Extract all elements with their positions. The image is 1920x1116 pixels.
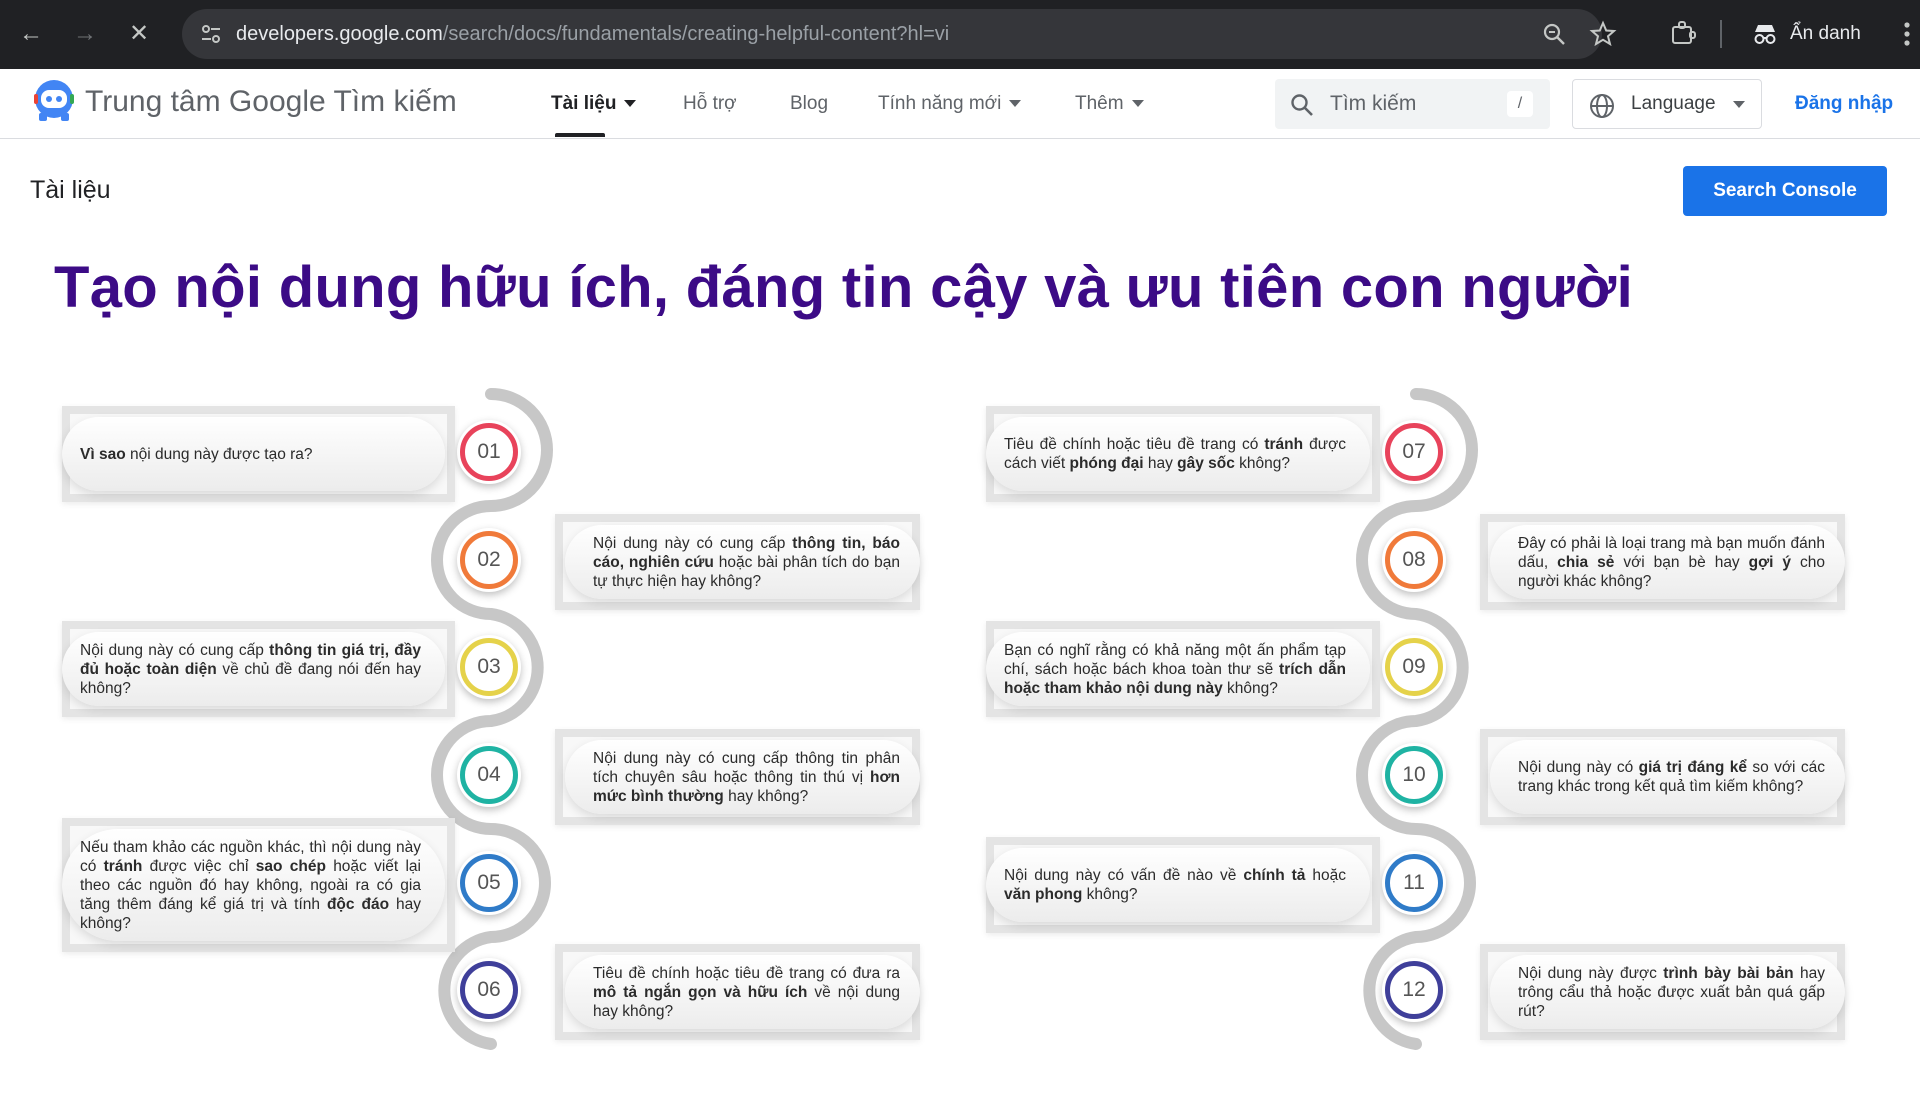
step-number-badge: 07 (1382, 420, 1446, 484)
question-text-content: Đây có phải là loại trang mà bạn muốn đá… (1518, 534, 1826, 590)
step-number: 09 (1402, 655, 1426, 678)
step-number-badge: 09 (1382, 635, 1446, 699)
question-text: Đây có phải là loại trang mà bạn muốn đá… (1518, 522, 1825, 602)
question-text-content: Bạn có nghĩ rằng có khả năng một ấn phẩm… (1004, 641, 1347, 697)
step-number-badge: 06 (457, 958, 521, 1022)
question-card: Nội dung này có cung cấp thông tin giá t… (62, 621, 455, 717)
question-text-content: Nếu tham khảo các nguồn khác, thì nội du… (80, 838, 421, 932)
question-text-content: Nội dung này có giá trị đáng kể so với c… (1518, 759, 1825, 795)
question-text: Nội dung này có giá trị đáng kể so với c… (1518, 737, 1825, 817)
question-text-content: Nội dung này có cung cấp thông tin giá t… (80, 641, 421, 697)
step-number-badge: 02 (457, 528, 521, 592)
question-text: Nội dung này có vấn đề nào về chính tả h… (1004, 845, 1346, 925)
question-card: Nội dung này có cung cấp thông tin, báo … (555, 514, 920, 610)
step-number: 03 (477, 655, 501, 678)
step-number: 07 (1402, 440, 1426, 463)
question-card: Tiêu đề chính hoặc tiêu đề trang có trán… (986, 406, 1380, 502)
question-text-content: Nội dung này có vấn đề nào về chính tả h… (1004, 867, 1347, 903)
question-card: Nội dung này có cung cấp thông tin phân … (555, 729, 920, 825)
question-text-content: Tiêu đề chính hoặc tiêu đề trang có trán… (1004, 436, 1346, 472)
step-number: 04 (477, 763, 501, 786)
step-number-badge: 08 (1382, 528, 1446, 592)
question-text-content: Nội dung này có cung cấp thông tin phân … (593, 749, 900, 805)
question-text: Nội dung này được trình bày bài bản hay … (1518, 952, 1825, 1032)
question-card: Bạn có nghĩ rằng có khả năng một ấn phẩm… (986, 621, 1380, 717)
question-card: Vì sao nội dung này được tạo ra? (62, 406, 455, 502)
step-number-badge: 03 (457, 635, 521, 699)
step-number: 08 (1402, 548, 1426, 571)
step-number-badge: 01 (457, 420, 521, 484)
step-number: 06 (477, 978, 501, 1001)
question-text: Tiêu đề chính hoặc tiêu đề trang có đưa … (593, 952, 900, 1032)
question-text: Nếu tham khảo các nguồn khác, thì nội du… (80, 826, 421, 944)
step-number: 05 (477, 871, 501, 894)
question-text: Vì sao nội dung này được tạo ra? (80, 414, 421, 494)
step-number-badge: 12 (1382, 958, 1446, 1022)
question-text: Nội dung này có cung cấp thông tin, báo … (593, 522, 900, 602)
question-text: Bạn có nghĩ rằng có khả năng một ấn phẩm… (1004, 629, 1346, 709)
question-text-content: Tiêu đề chính hoặc tiêu đề trang có đưa … (593, 964, 900, 1020)
question-text-content: Nội dung này được trình bày bài bản hay … (1518, 964, 1825, 1020)
question-card: Nếu tham khảo các nguồn khác, thì nội du… (62, 818, 455, 952)
question-card: Tiêu đề chính hoặc tiêu đề trang có đưa … (555, 944, 920, 1040)
step-number: 11 (1403, 871, 1425, 894)
step-number: 12 (1402, 978, 1426, 1001)
question-text-content: Nội dung này có cung cấp thông tin, báo … (593, 534, 901, 590)
step-number: 01 (477, 440, 501, 463)
step-number-badge: 04 (457, 743, 521, 807)
question-text: Nội dung này có cung cấp thông tin phân … (593, 737, 900, 817)
question-card: Đây có phải là loại trang mà bạn muốn đá… (1480, 514, 1845, 610)
question-card: Nội dung này có giá trị đáng kể so với c… (1480, 729, 1845, 825)
step-number: 02 (477, 548, 501, 571)
question-text-content: Vì sao nội dung này được tạo ra? (80, 445, 313, 463)
question-text: Nội dung này có cung cấp thông tin giá t… (80, 629, 421, 709)
step-number: 10 (1402, 763, 1426, 786)
question-card: Nội dung này được trình bày bài bản hay … (1480, 944, 1845, 1040)
step-number-badge: 10 (1382, 743, 1446, 807)
question-text: Tiêu đề chính hoặc tiêu đề trang có trán… (1004, 414, 1346, 494)
step-number-badge: 11 (1382, 851, 1446, 915)
step-number-badge: 05 (457, 851, 521, 915)
question-card: Nội dung này có vấn đề nào về chính tả h… (986, 837, 1380, 933)
